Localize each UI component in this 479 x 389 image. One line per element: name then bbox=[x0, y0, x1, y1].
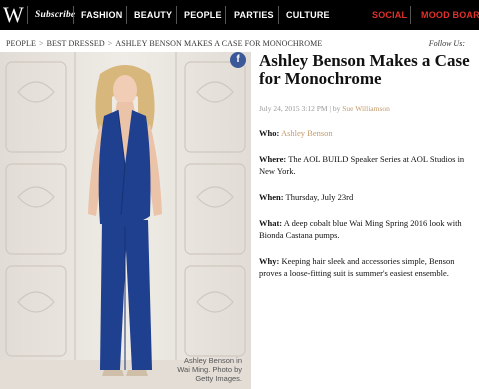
when-row: When: Thursday, July 23rd bbox=[259, 191, 473, 203]
where-label: Where: bbox=[259, 154, 287, 164]
who-row: Who: Ashley Benson bbox=[259, 127, 473, 139]
why-value: Keeping hair sleek and accessories simpl… bbox=[259, 256, 455, 278]
nav-item-parties[interactable]: PARTIES bbox=[234, 0, 274, 30]
nav-item-beauty[interactable]: BEAUTY bbox=[134, 0, 172, 30]
nav-divider bbox=[73, 6, 74, 24]
nav-divider bbox=[126, 6, 127, 24]
where-row: Where: The AOL BUILD Speaker Series at A… bbox=[259, 153, 473, 177]
breadcrumb-separator: > bbox=[107, 39, 113, 48]
article-photo: Ashley Benson in Wai Ming. Photo by Gett… bbox=[0, 52, 251, 389]
photo-caption: Ashley Benson in Wai Ming. Photo by Gett… bbox=[177, 356, 242, 383]
who-value-link[interactable]: Ashley Benson bbox=[281, 128, 333, 138]
subscribe-link[interactable]: Subscribe bbox=[35, 0, 75, 30]
why-row: Why: Keeping hair sleek and accessories … bbox=[259, 255, 473, 279]
breadcrumb-item-best-dressed[interactable]: BEST DRESSED bbox=[47, 39, 105, 48]
top-nav: W Subscribe FASHION BEAUTY PEOPLE PARTIE… bbox=[0, 0, 479, 30]
celebrity-photo-image bbox=[0, 52, 251, 389]
facebook-icon[interactable]: f bbox=[230, 52, 246, 68]
social-link[interactable]: SOCIAL bbox=[372, 0, 407, 30]
nav-divider bbox=[27, 6, 28, 24]
mood-board-link[interactable]: MOOD BOARD bbox=[421, 0, 479, 30]
breadcrumb-item-people[interactable]: PEOPLE bbox=[6, 39, 36, 48]
what-label: What: bbox=[259, 218, 283, 228]
article-date: July 24, 2015 3:12 PM bbox=[259, 104, 328, 113]
article-body: Ashley Benson Makes a Case for Monochrom… bbox=[259, 52, 473, 279]
breadcrumb-separator: > bbox=[38, 39, 44, 48]
where-value: The AOL BUILD Speaker Series at AOL Stud… bbox=[259, 154, 465, 176]
follow-us-label: Follow Us: bbox=[428, 39, 465, 48]
article-meta: July 24, 2015 3:12 PM | by Sue Williamso… bbox=[259, 104, 390, 113]
when-label: When: bbox=[259, 192, 284, 202]
nav-divider bbox=[278, 6, 279, 24]
byline-prefix: by bbox=[332, 104, 341, 113]
when-value: Thursday, July 23rd bbox=[285, 192, 354, 202]
why-label: Why: bbox=[259, 256, 280, 266]
author-link[interactable]: Sue Williamson bbox=[342, 104, 390, 113]
nav-divider bbox=[176, 6, 177, 24]
nav-divider bbox=[225, 6, 226, 24]
article-title: Ashley Benson Makes a Case for Monochrom… bbox=[259, 51, 470, 88]
breadcrumb-item-current: ASHLEY BENSON MAKES A CASE FOR MONOCHROM… bbox=[115, 39, 323, 48]
nav-item-culture[interactable]: CULTURE bbox=[286, 0, 330, 30]
who-label: Who: bbox=[259, 128, 280, 138]
nav-item-people[interactable]: PEOPLE bbox=[184, 0, 222, 30]
breadcrumb: PEOPLE > BEST DRESSED > ASHLEY BENSON MAKES … bbox=[6, 38, 322, 50]
what-row: What: A deep cobalt blue Wai Ming Spring… bbox=[259, 217, 473, 241]
what-value: A deep cobalt blue Wai Ming Spring 2016 … bbox=[259, 218, 462, 240]
w-logo[interactable]: W bbox=[3, 2, 24, 28]
nav-divider bbox=[410, 6, 411, 24]
nav-item-fashion[interactable]: FASHION bbox=[81, 0, 122, 30]
